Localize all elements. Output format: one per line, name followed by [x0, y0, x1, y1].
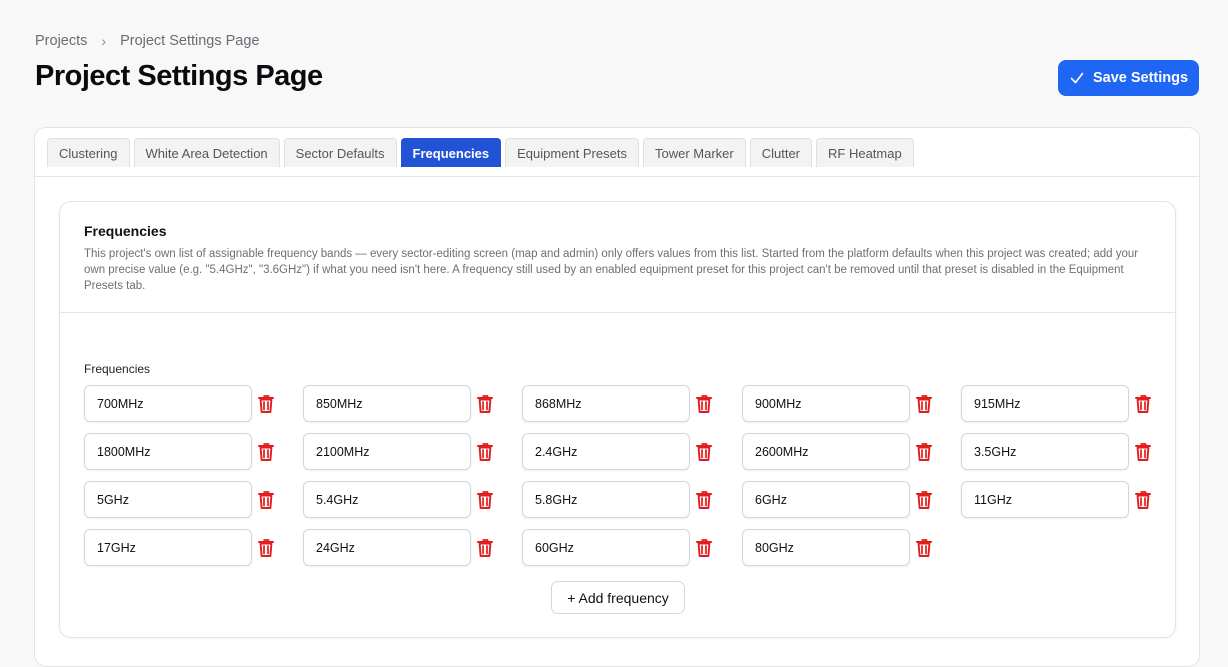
frequencies-panel: Frequencies This project's own list of a…: [59, 201, 1176, 638]
trash-icon[interactable]: [1134, 490, 1152, 510]
trash-icon[interactable]: [476, 442, 494, 462]
frequency-item: [84, 481, 274, 519]
trash-icon[interactable]: [257, 394, 275, 414]
settings-card: Clustering White Area Detection Sector D…: [34, 127, 1200, 667]
frequency-input[interactable]: [522, 529, 690, 566]
settings-tabs: Clustering White Area Detection Sector D…: [47, 138, 914, 167]
frequency-item: [522, 433, 712, 471]
frequency-input[interactable]: [303, 433, 471, 470]
frequency-input[interactable]: [742, 529, 910, 566]
tab-sector-defaults[interactable]: Sector Defaults: [283, 138, 397, 167]
frequency-item: [522, 481, 712, 519]
save-settings-button[interactable]: Save Settings: [1058, 60, 1199, 96]
trash-icon[interactable]: [695, 394, 713, 414]
frequency-input[interactable]: [961, 433, 1129, 470]
frequency-item: [84, 529, 274, 567]
breadcrumb-projects-link[interactable]: Projects: [35, 33, 87, 49]
tab-clutter[interactable]: Clutter: [749, 138, 813, 167]
trash-icon[interactable]: [476, 394, 494, 414]
trash-icon[interactable]: [1134, 442, 1152, 462]
check-icon: [1070, 72, 1084, 84]
trash-icon[interactable]: [695, 538, 713, 558]
trash-icon[interactable]: [915, 538, 933, 558]
trash-icon[interactable]: [695, 490, 713, 510]
frequency-item: [742, 385, 932, 423]
frequency-input[interactable]: [742, 385, 910, 422]
section-divider: [60, 312, 1175, 313]
frequency-input[interactable]: [961, 385, 1129, 422]
frequency-input[interactable]: [742, 481, 910, 518]
frequency-input[interactable]: [84, 481, 252, 518]
tabs-divider: [35, 176, 1199, 177]
trash-icon[interactable]: [915, 442, 933, 462]
frequency-input[interactable]: [522, 385, 690, 422]
frequency-item: [84, 433, 274, 471]
frequency-item: [742, 529, 932, 567]
add-frequency-button[interactable]: + Add frequency: [551, 581, 685, 614]
frequency-input[interactable]: [303, 529, 471, 566]
frequency-item: [742, 481, 932, 519]
trash-icon[interactable]: [915, 394, 933, 414]
frequencies-grid: [84, 385, 1154, 575]
trash-icon[interactable]: [1134, 394, 1152, 414]
frequency-input[interactable]: [84, 529, 252, 566]
frequencies-list-label: Frequencies: [84, 362, 151, 376]
page-title: Project Settings Page: [35, 60, 323, 92]
frequency-item: [742, 433, 932, 471]
trash-icon[interactable]: [257, 490, 275, 510]
frequency-item: [303, 385, 493, 423]
frequency-input[interactable]: [522, 433, 690, 470]
trash-icon[interactable]: [915, 490, 933, 510]
tab-frequencies[interactable]: Frequencies: [400, 138, 502, 167]
trash-icon[interactable]: [257, 538, 275, 558]
frequency-input[interactable]: [742, 433, 910, 470]
frequency-item: [522, 529, 712, 567]
trash-icon[interactable]: [476, 538, 494, 558]
tab-clustering[interactable]: Clustering: [47, 138, 130, 167]
tab-equipment-presets[interactable]: Equipment Presets: [505, 138, 639, 167]
tab-white-area-detection[interactable]: White Area Detection: [133, 138, 280, 167]
section-title: Frequencies: [84, 223, 167, 239]
trash-icon[interactable]: [695, 442, 713, 462]
trash-icon[interactable]: [257, 442, 275, 462]
breadcrumb: Projects › Project Settings Page: [35, 33, 260, 49]
frequency-item: [303, 529, 493, 567]
frequency-input[interactable]: [303, 385, 471, 422]
save-settings-label: Save Settings: [1092, 70, 1189, 86]
frequency-input[interactable]: [522, 481, 690, 518]
tab-tower-marker[interactable]: Tower Marker: [642, 138, 746, 167]
frequency-input[interactable]: [961, 481, 1129, 518]
frequency-item: [303, 481, 493, 519]
chevron-right-icon: ›: [101, 33, 107, 49]
trash-icon[interactable]: [476, 490, 494, 510]
breadcrumb-current: Project Settings Page: [120, 33, 260, 49]
frequency-item: [303, 433, 493, 471]
frequency-input[interactable]: [303, 481, 471, 518]
tab-rf-heatmap[interactable]: RF Heatmap: [816, 138, 914, 167]
frequency-item: [961, 433, 1151, 471]
frequency-item: [84, 385, 274, 423]
frequency-item: [522, 385, 712, 423]
frequency-input[interactable]: [84, 385, 252, 422]
frequency-input[interactable]: [84, 433, 252, 470]
frequency-item: [961, 481, 1151, 519]
frequency-item: [961, 385, 1151, 423]
section-description: This project's own list of assignable fr…: [84, 248, 1139, 292]
